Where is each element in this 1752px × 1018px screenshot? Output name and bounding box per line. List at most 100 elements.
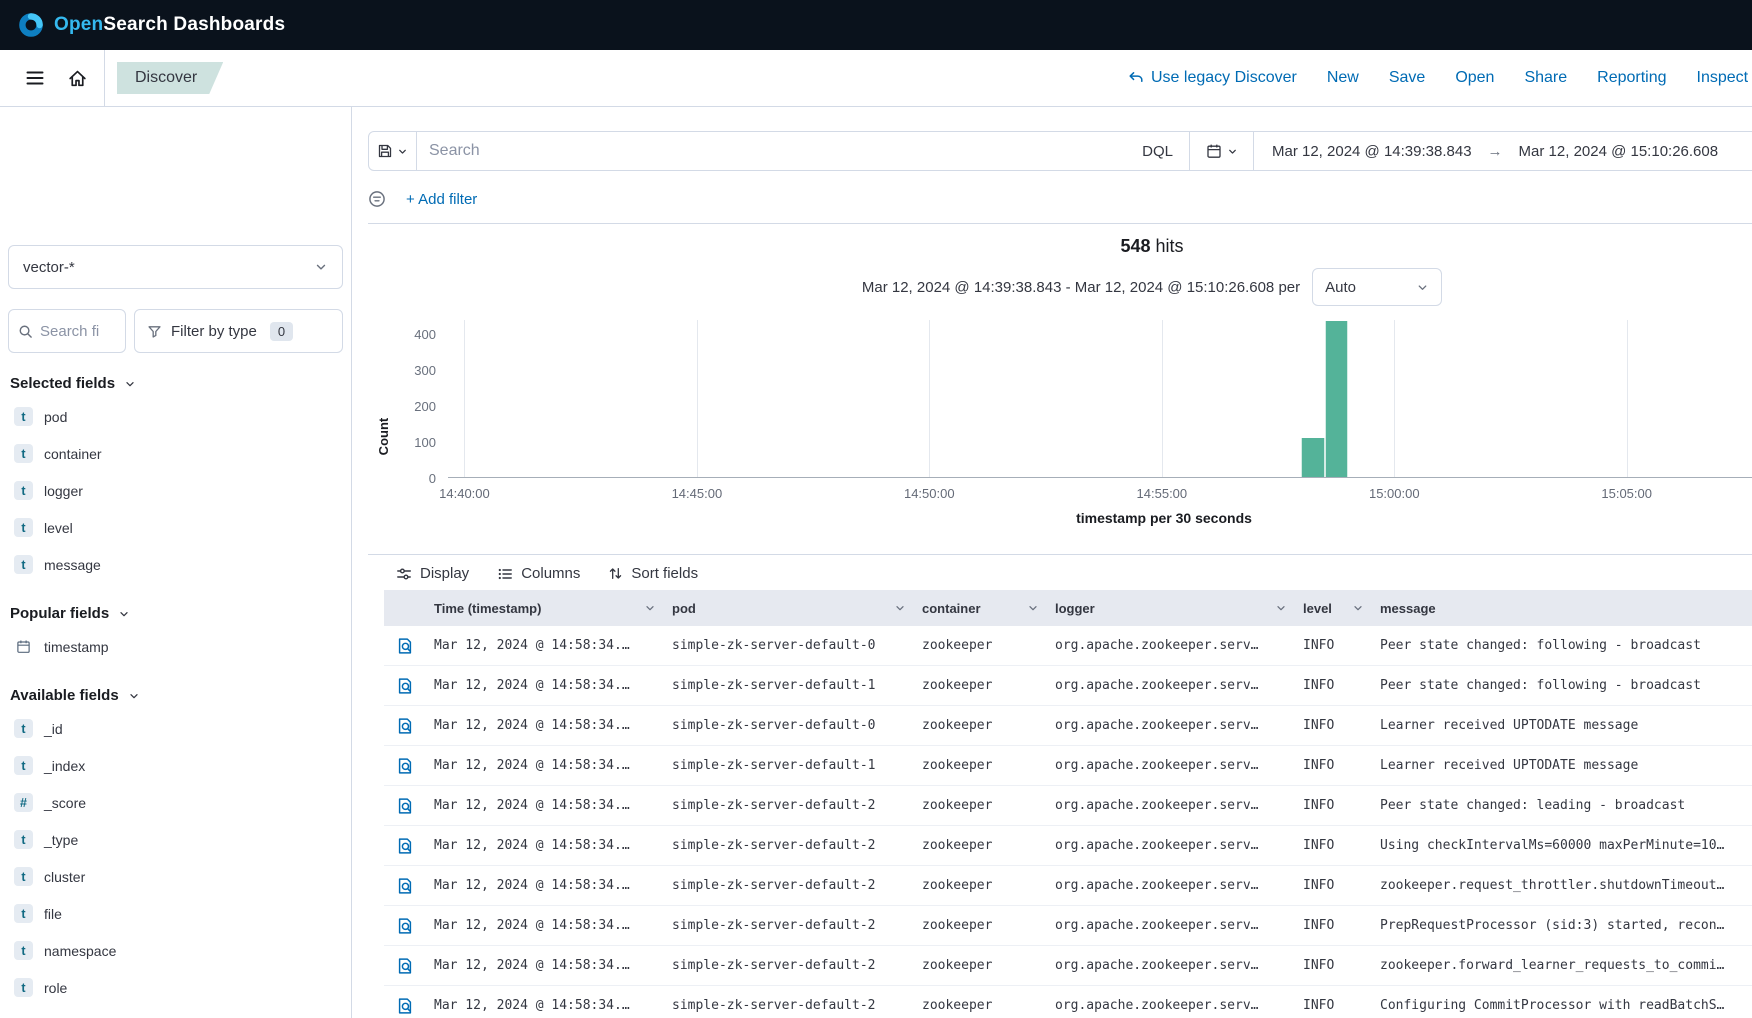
interval-select[interactable]: Auto <box>1312 268 1442 306</box>
search-icon <box>18 324 33 339</box>
date-from[interactable]: Mar 12, 2024 @ 14:39:38.843 <box>1272 143 1472 160</box>
column-header-logger[interactable]: logger <box>1047 590 1295 626</box>
field-search-input[interactable] <box>40 323 114 340</box>
field-item-_score[interactable]: #_score <box>8 784 343 821</box>
table-row: Mar 12, 2024 @ 14:58:34.…simple-zk-serve… <box>384 826 1752 866</box>
field-name: message <box>44 557 101 573</box>
field-section-header[interactable]: Selected fields <box>8 375 343 392</box>
field-item-_index[interactable]: t_index <box>8 747 343 784</box>
field-item-cluster[interactable]: tcluster <box>8 858 343 895</box>
chevron-down-icon[interactable] <box>644 602 656 614</box>
table-row: Mar 12, 2024 @ 14:58:34.…simple-zk-serve… <box>384 866 1752 906</box>
search-input[interactable] <box>417 132 1126 170</box>
nav-action-reporting[interactable]: Reporting <box>1597 69 1666 87</box>
calendar-icon[interactable] <box>1190 132 1254 170</box>
inspect-document-icon[interactable] <box>394 795 416 817</box>
cell-logger: org.apache.zookeeper.serv… <box>1047 678 1295 693</box>
date-to[interactable]: Mar 12, 2024 @ 15:10:26.608 <box>1519 143 1719 160</box>
x-tick-label: 15:05:00 <box>1601 486 1652 501</box>
inspect-document-icon[interactable] <box>394 635 416 657</box>
inspect-document-icon[interactable] <box>394 875 416 897</box>
query-language-button[interactable]: DQL <box>1126 132 1189 170</box>
field-item-message[interactable]: tmessage <box>8 546 343 583</box>
menu-icon[interactable] <box>14 57 56 99</box>
saved-query-button[interactable] <box>369 132 417 170</box>
cell-container: zookeeper <box>914 678 1047 693</box>
field-section-header[interactable]: Popular fields <box>8 605 343 622</box>
interval-value: Auto <box>1325 279 1356 296</box>
display-button[interactable]: Display <box>396 565 469 582</box>
table-row: Mar 12, 2024 @ 14:58:34.…simple-zk-serve… <box>384 986 1752 1018</box>
hits-line: 548hits <box>368 236 1752 260</box>
index-pattern-select[interactable]: vector-* <box>8 245 343 289</box>
field-item-_type[interactable]: t_type <box>8 821 343 858</box>
home-icon[interactable] <box>56 57 98 99</box>
chevron-down-icon[interactable] <box>1352 602 1364 614</box>
field-name: level <box>44 520 73 536</box>
cell-pod: simple-zk-server-default-1 <box>664 758 914 773</box>
inspect-document-icon[interactable] <box>394 955 416 977</box>
field-name: pod <box>44 409 67 425</box>
column-header-label: message <box>1380 601 1436 616</box>
chevron-down-icon[interactable] <box>1275 602 1287 614</box>
nav-action-save[interactable]: Save <box>1389 69 1425 87</box>
cell-pod: simple-zk-server-default-2 <box>664 998 914 1013</box>
opensearch-logo-icon <box>18 12 44 38</box>
field-sections: Selected fieldstpodtcontainertloggertlev… <box>8 375 343 1006</box>
cell-level: INFO <box>1295 758 1372 773</box>
breadcrumb[interactable]: Discover <box>117 62 223 94</box>
inspect-document-icon[interactable] <box>394 835 416 857</box>
app-title: OpenSearch Dashboards <box>54 14 285 36</box>
sort-fields-button[interactable]: Sort fields <box>608 565 698 582</box>
field-item-_id[interactable]: t_id <box>8 710 343 747</box>
cell-time: Mar 12, 2024 @ 14:58:34.… <box>426 718 664 733</box>
chevron-down-icon <box>397 146 408 157</box>
cell-time: Mar 12, 2024 @ 14:58:34.… <box>426 678 664 693</box>
columns-button[interactable]: Columns <box>497 565 580 582</box>
nav-action-open[interactable]: Open <box>1455 69 1494 87</box>
add-filter-button[interactable]: + Add filter <box>406 191 477 208</box>
column-header-message[interactable]: message <box>1372 590 1752 626</box>
field-item-level[interactable]: tlevel <box>8 509 343 546</box>
opensearch-logo[interactable]: OpenSearch Dashboards <box>18 12 285 38</box>
filter-by-type-label: Filter by type <box>171 323 257 340</box>
nav-action-new[interactable]: New <box>1327 69 1359 87</box>
field-item-container[interactable]: tcontainer <box>8 435 343 472</box>
column-header-level[interactable]: level <box>1295 590 1372 626</box>
column-header-time[interactable]: Time (timestamp) <box>426 590 664 626</box>
cell-level: INFO <box>1295 998 1372 1013</box>
nav-action-share[interactable]: Share <box>1524 69 1567 87</box>
inspect-document-icon[interactable] <box>394 755 416 777</box>
toolbar-button-label: Display <box>420 565 469 582</box>
expand-cell <box>384 795 426 817</box>
nav-action-use-legacy-discover[interactable]: Use legacy Discover <box>1128 69 1297 87</box>
histogram-bar[interactable] <box>1301 438 1324 477</box>
field-item-file[interactable]: tfile <box>8 895 343 932</box>
results-table-panel: Display Columns Sort fields Time (timestam… <box>368 554 1752 1018</box>
cell-message: zookeeper.request_throttler.shutdownTime… <box>1372 878 1752 893</box>
inspect-document-icon[interactable] <box>394 915 416 937</box>
field-type-icon: t <box>14 756 33 775</box>
field-item-namespace[interactable]: tnamespace <box>8 932 343 969</box>
inspect-document-icon[interactable] <box>394 995 416 1017</box>
field-item-pod[interactable]: tpod <box>8 398 343 435</box>
inspect-document-icon[interactable] <box>394 715 416 737</box>
filter-set-menu-icon[interactable] <box>368 190 386 208</box>
cell-level: INFO <box>1295 718 1372 733</box>
chevron-down-icon[interactable] <box>894 602 906 614</box>
x-tick-label: 14:55:00 <box>1137 486 1188 501</box>
field-item-role[interactable]: trole <box>8 969 343 1006</box>
nav-action-inspect[interactable]: Inspect <box>1697 69 1749 87</box>
field-item-logger[interactable]: tlogger <box>8 472 343 509</box>
chevron-down-icon <box>1416 281 1429 294</box>
column-header-container[interactable]: container <box>914 590 1047 626</box>
cell-container: zookeeper <box>914 638 1047 653</box>
column-header-pod[interactable]: pod <box>664 590 914 626</box>
inspect-document-icon[interactable] <box>394 675 416 697</box>
histogram-bar[interactable] <box>1325 321 1348 477</box>
field-item-timestamp[interactable]: timestamp <box>8 628 343 665</box>
field-section-header[interactable]: Available fields <box>8 687 343 704</box>
cell-time: Mar 12, 2024 @ 14:58:34.… <box>426 998 664 1013</box>
filter-by-type-button[interactable]: Filter by type 0 <box>134 309 343 353</box>
chevron-down-icon[interactable] <box>1027 602 1039 614</box>
